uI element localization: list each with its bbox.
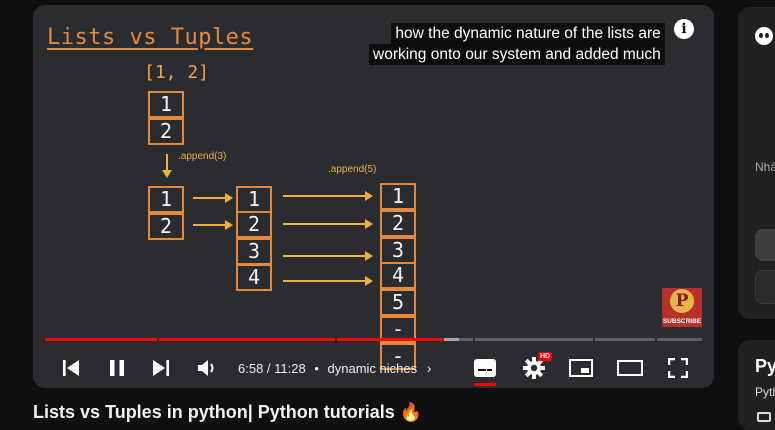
subtitles-active-indicator: [474, 383, 496, 386]
append-label: .append(3): [178, 151, 227, 162]
arrow: [283, 276, 373, 286]
video-player[interactable]: Lists vs Tuples [1, 2] 1 2 .append(3) 1 …: [33, 5, 714, 388]
arrow: [283, 219, 373, 229]
assistant-icon[interactable]: [755, 27, 773, 45]
final-list-cell: 4: [380, 262, 416, 289]
info-icon[interactable]: i: [674, 19, 694, 39]
side-panel-text: Nhấ: [755, 160, 775, 174]
final-list-cell: 3: [380, 237, 416, 264]
side-card-title: Py: [755, 356, 775, 376]
video-title: Lists vs Tuples in python| Python tutori…: [33, 402, 423, 422]
side-card-subtitle: Pyth: [755, 385, 775, 399]
list-literal: [1, 2]: [144, 62, 210, 83]
watermark-logo: P: [670, 289, 694, 313]
initial-list-cell: 1: [148, 91, 184, 118]
miniplayer-button[interactable]: [566, 348, 596, 388]
player-controls: 6:58 / 11:28 • dynamic niches › HD: [33, 348, 714, 388]
side-panel-button[interactable]: [755, 229, 775, 261]
final-list-cell: 1: [380, 183, 416, 210]
arrow: [283, 191, 373, 201]
subtitle-caption: how the dynamic nature of the lists are …: [369, 23, 665, 65]
middle-list-cell: 4: [236, 264, 272, 291]
down-arrow: [162, 154, 172, 178]
final-list-cell: 5: [380, 289, 416, 316]
caption-line: how the dynamic nature of the lists are: [391, 23, 665, 44]
arrow: [193, 193, 233, 203]
channel-watermark[interactable]: P SUBSCRIBE: [662, 288, 702, 327]
time-text: 6:58 / 11:28: [238, 361, 306, 376]
middle-list-cell: 2: [236, 211, 272, 238]
time-display: 6:58 / 11:28 • dynamic niches ›: [238, 360, 431, 376]
miniplayer-icon: [569, 359, 593, 377]
playlist-icon: [757, 412, 771, 422]
watermark-subscribe-label: SUBSCRIBE: [662, 318, 702, 325]
chapter-marker: [593, 338, 595, 341]
next-icon: [153, 360, 169, 376]
chapter-marker: [655, 338, 657, 341]
arrow: [283, 251, 373, 261]
caption-line: working onto our system and added much: [369, 44, 665, 65]
middle-list-cell: 3: [236, 238, 272, 265]
volume-button[interactable]: [193, 348, 223, 388]
final-list-cell: 2: [380, 210, 416, 237]
chapter-title[interactable]: dynamic niches: [328, 361, 418, 376]
previous-icon: [63, 360, 79, 376]
chevron-right-icon[interactable]: ›: [427, 360, 432, 376]
next-button[interactable]: [147, 348, 175, 388]
middle-list-cell: 1: [236, 186, 272, 213]
list-cell: 2: [148, 213, 184, 240]
subtitles-button[interactable]: [470, 348, 500, 388]
pause-icon: [110, 360, 124, 376]
subtitles-icon: [474, 359, 496, 377]
hd-badge: HD: [538, 352, 553, 361]
theater-mode-button[interactable]: [614, 348, 646, 388]
previous-button[interactable]: [57, 348, 85, 388]
chapter-marker: [157, 338, 159, 341]
chapter-marker: [335, 338, 337, 341]
theater-icon: [617, 360, 643, 376]
arrow: [193, 220, 233, 230]
progress-played: [45, 338, 445, 341]
separator-dot: •: [314, 361, 319, 376]
fullscreen-icon: [668, 358, 688, 378]
initial-list-cell: 2: [148, 118, 184, 145]
list-cell: 1: [148, 186, 184, 213]
progress-bar[interactable]: [45, 338, 702, 341]
chapter-marker: [473, 338, 475, 341]
side-panel-button-secondary[interactable]: [755, 270, 775, 304]
volume-icon: [198, 360, 214, 376]
fullscreen-button[interactable]: [663, 348, 693, 388]
pause-button[interactable]: [103, 348, 131, 388]
slide-title: Lists vs Tuples: [47, 25, 254, 50]
append-label: .append(5): [328, 164, 377, 175]
